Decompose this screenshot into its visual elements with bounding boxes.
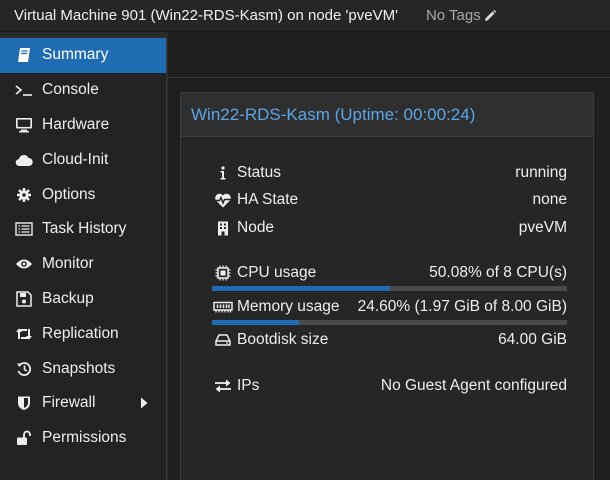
sidebar-item-cloud-init[interactable]: Cloud-Init — [0, 142, 166, 177]
sidebar-item-label: Cloud-Init — [42, 150, 109, 168]
sidebar-item-permissions[interactable]: Permissions — [0, 421, 166, 456]
memory-icon — [213, 301, 233, 313]
panel-title: Win22-RDS-Kasm (Uptime: 00:00:24) — [181, 93, 593, 137]
cloud-icon — [14, 151, 34, 169]
heartbeat-icon — [213, 193, 233, 208]
ips-value: No Guest Agent configured — [380, 377, 567, 394]
vm-title: Virtual Machine 901 (Win22-RDS-Kasm) on … — [14, 7, 398, 24]
status-value: running — [515, 164, 567, 181]
memory-progress-bar — [212, 320, 567, 325]
microchip-icon — [213, 265, 233, 281]
pencil-icon — [484, 9, 496, 21]
sidebar-item-hardware[interactable]: Hardware — [0, 108, 166, 143]
sidebar-item-backup[interactable]: Backup — [0, 282, 166, 317]
sidebar-item-label: Backup — [42, 289, 94, 307]
terminal-icon — [14, 81, 34, 99]
status-row: Status running — [213, 163, 567, 183]
bootdisk-label: Bootdisk size — [237, 331, 329, 348]
book-icon — [14, 46, 34, 64]
sidebar-item-label: Options — [42, 185, 96, 203]
sidebar-item-label: Console — [42, 81, 99, 99]
cpu-progress-fill — [212, 286, 390, 291]
cpu-value: 50.08% of 8 CPU(s) — [429, 264, 567, 281]
ha-state-value: none — [532, 191, 567, 208]
sidebar-item-label: Task History — [42, 220, 127, 238]
history-icon — [14, 360, 34, 378]
unlock-icon — [14, 429, 34, 447]
sidebar-item-label: Hardware — [42, 115, 110, 133]
sidebar-item-summary[interactable]: Summary — [0, 38, 166, 73]
node-row: Node pveVM — [213, 218, 567, 238]
memory-label: Memory usage — [237, 298, 340, 315]
toolbar-strip — [168, 38, 610, 78]
info-icon — [213, 166, 233, 180]
tags-label: No Tags — [425, 7, 481, 24]
eye-icon — [14, 255, 34, 273]
summary-panel: Win22-RDS-Kasm (Uptime: 00:00:24) Status… — [180, 92, 594, 480]
monitor-icon — [14, 116, 34, 134]
memory-progress-fill — [212, 320, 300, 325]
hdd-icon — [213, 334, 233, 346]
ha-state-row: HA State none — [213, 190, 567, 210]
sidebar-item-monitor[interactable]: Monitor — [0, 247, 166, 282]
ips-row: IPs No Guest Agent configured — [213, 376, 567, 396]
node-value: pveVM — [518, 219, 567, 236]
building-icon — [213, 221, 233, 236]
floppy-icon — [14, 290, 34, 308]
cpu-progress-bar — [212, 286, 567, 291]
memory-value: 24.60% (1.97 GiB of 8.00 GiB) — [357, 298, 567, 315]
sidebar-item-label: Firewall — [42, 394, 96, 412]
sidebar-item-label: Summary — [42, 46, 109, 64]
cpu-label: CPU usage — [237, 264, 317, 281]
top-bar: Virtual Machine 901 (Win22-RDS-Kasm) on … — [0, 0, 610, 32]
sidebar-item-console[interactable]: Console — [0, 73, 166, 108]
sidebar-item-options[interactable]: Options — [0, 177, 166, 212]
tags-button[interactable]: No Tags — [426, 7, 497, 24]
retweet-icon — [14, 325, 34, 343]
sidebar-item-label: Monitor — [42, 255, 94, 273]
sidebar-item-label: Snapshots — [42, 359, 116, 377]
shield-icon — [14, 394, 34, 412]
gear-icon — [14, 186, 34, 204]
memory-row: Memory usage 24.60% (1.97 GiB of 8.00 Gi… — [213, 297, 567, 317]
cpu-row: CPU usage 50.08% of 8 CPU(s) — [213, 263, 567, 283]
sidebar-item-label: Permissions — [42, 429, 127, 447]
ips-label: IPs — [237, 377, 260, 394]
chevron-right-icon[interactable] — [140, 397, 148, 409]
sidebar-item-task-history[interactable]: Task History — [0, 212, 166, 247]
bootdisk-value: 64.00 GiB — [498, 331, 567, 348]
sidebar-item-firewall[interactable]: Firewall — [0, 386, 166, 421]
list-icon — [14, 220, 34, 238]
exchange-icon — [213, 379, 233, 393]
sidebar-item-snapshots[interactable]: Snapshots — [0, 351, 166, 386]
sidebar-item-replication[interactable]: Replication — [0, 316, 166, 351]
status-label: Status — [237, 164, 281, 181]
node-label: Node — [237, 219, 275, 236]
sidebar-item-label: Replication — [42, 324, 119, 342]
sidebar: Summary Console Hardware Cloud-Init Opti… — [0, 38, 167, 480]
ha-state-label: HA State — [237, 191, 299, 208]
bootdisk-row: Bootdisk size 64.00 GiB — [213, 330, 567, 350]
